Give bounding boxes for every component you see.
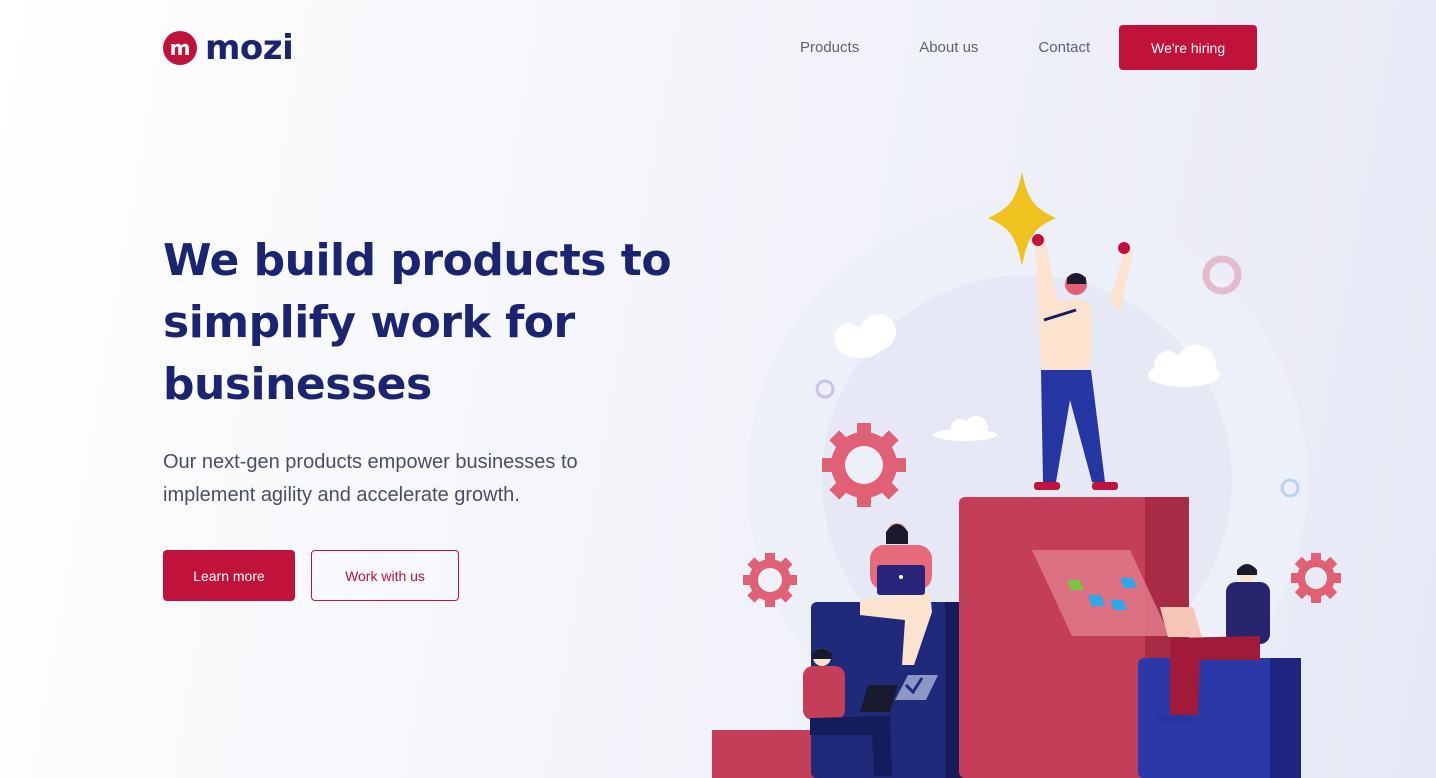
hero-illustration: [712, 172, 1341, 778]
learn-more-button[interactable]: Learn more: [163, 550, 295, 601]
nav-link-about-us[interactable]: About us: [919, 39, 978, 56]
laptop-icon: [877, 565, 925, 595]
hiring-button[interactable]: We're hiring: [1119, 25, 1258, 70]
block-shadow: [1270, 658, 1301, 778]
nav-link-contact[interactable]: Contact: [1038, 39, 1090, 56]
hero-subtitle: Our next-gen products empower businesses…: [163, 451, 578, 506]
logo-mark-icon: m: [163, 31, 197, 65]
nav-link-products[interactable]: Products: [800, 39, 859, 56]
logo-text: mozi: [205, 28, 294, 68]
hero-title: We build products to simplify work for b…: [163, 235, 672, 410]
work-with-us-button[interactable]: Work with us: [311, 550, 459, 601]
main-nav: Products About us Contact We're hiring: [800, 25, 1258, 70]
gear-icon: [1291, 553, 1341, 603]
gear-icon: [822, 423, 906, 507]
gear-icon: [743, 553, 797, 607]
logo[interactable]: m mozi: [163, 28, 294, 68]
